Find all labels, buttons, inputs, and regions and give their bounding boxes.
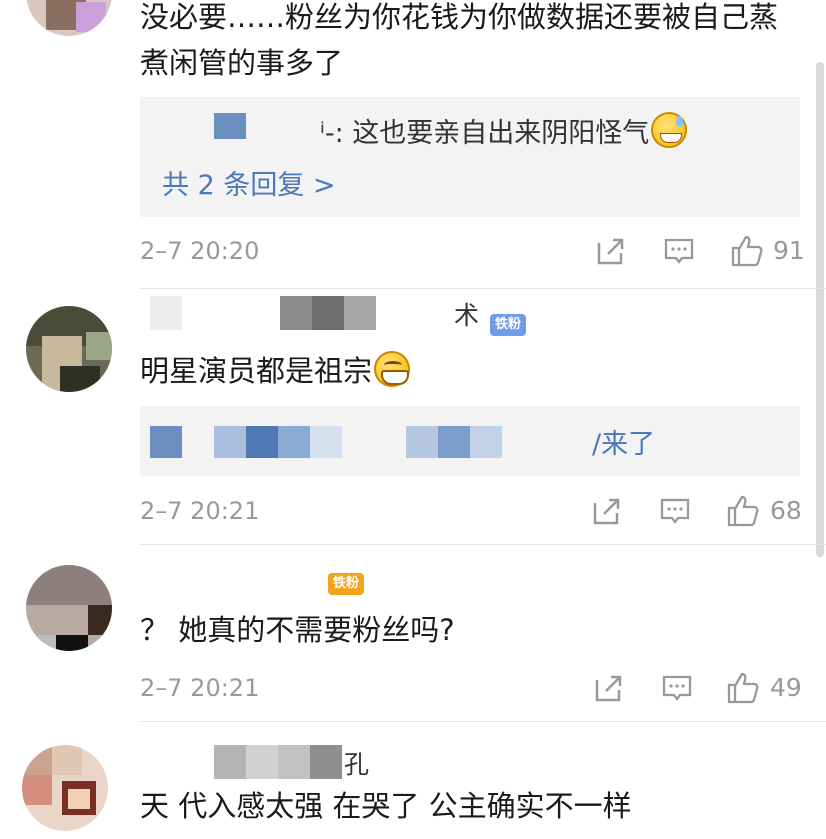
divider	[140, 288, 826, 289]
comment-icon[interactable]	[662, 234, 696, 268]
comment-text: 没必要……粉丝为你花钱为你做数据还要被自己蒸 煮闲管的事多了	[140, 0, 810, 86]
comment-meta: 2–7 20:20 91	[140, 234, 810, 268]
avatar[interactable]	[26, 565, 112, 651]
comment-item: 铁粉 ？ 她真的不需要粉丝吗? 2–7 20:21 49	[0, 545, 826, 725]
comment-icon[interactable]	[660, 671, 694, 705]
comment-text: 明星演员都是祖宗	[140, 348, 810, 394]
comment-item: 没必要……粉丝为你花钱为你做数据还要被自己蒸 煮闲管的事多了 ⁱ-: 这也要亲自…	[0, 0, 826, 290]
reply-text: ⁱ-: 这也要亲自出来阴阳怪气	[320, 111, 688, 150]
comment-text-line: 没必要……粉丝为你花钱为你做数据还要被自己蒸	[140, 0, 779, 34]
share-icon[interactable]	[594, 234, 628, 268]
avatar[interactable]	[26, 306, 112, 392]
thumbs-up-icon[interactable]	[730, 234, 764, 268]
redacted-username	[214, 113, 246, 139]
comment-time: 2–7 20:20	[140, 237, 260, 265]
comment-meta: 2–7 20:21 68	[140, 494, 810, 528]
reply-box[interactable]: ⁱ-: 这也要亲自出来阴阳怪气 共 2 条回复 >	[140, 97, 800, 217]
thumbs-up-icon[interactable]	[726, 494, 760, 528]
fan-badge: 铁粉	[490, 314, 527, 336]
thumbs-up-icon[interactable]	[726, 671, 760, 705]
username[interactable]: 孔	[150, 745, 390, 779]
view-replies-link[interactable]: 共 2 条回复 >	[162, 163, 336, 202]
username-text: 孔	[344, 750, 370, 779]
comment-text-line: 煮闲管的事多了	[140, 46, 344, 80]
grinning-emoji	[374, 351, 411, 387]
like-count: 68	[770, 496, 802, 525]
avatar[interactable]	[26, 0, 112, 36]
reply-text: /来了	[592, 429, 656, 460]
comment-text: 天 代入感太强 在哭了 公主确实不一样	[140, 789, 632, 823]
share-icon[interactable]	[592, 671, 626, 705]
fan-badge: 铁粉	[328, 573, 365, 595]
username-text: 术	[454, 301, 480, 330]
comment-meta: 2–7 20:21 49	[140, 671, 810, 705]
divider	[140, 721, 826, 722]
comment-item: 术 铁粉 明星演员都是祖宗 /来了 2–7 20:21 68	[0, 290, 826, 550]
share-icon[interactable]	[590, 494, 624, 528]
avatar[interactable]	[22, 745, 108, 831]
comment-time: 2–7 20:21	[140, 674, 260, 702]
grinning-sweat-emoji	[651, 112, 688, 148]
comment-item: 孔 天 代入感太强 在哭了 公主确实不一样	[0, 725, 826, 839]
comment-time: 2–7 20:21	[140, 497, 260, 525]
comment-text: ？ 她真的不需要粉丝吗?	[140, 613, 455, 647]
reply-box[interactable]: /来了	[140, 406, 800, 476]
like-count: 49	[770, 673, 802, 702]
like-count: 91	[773, 236, 805, 265]
comment-icon[interactable]	[658, 494, 692, 528]
